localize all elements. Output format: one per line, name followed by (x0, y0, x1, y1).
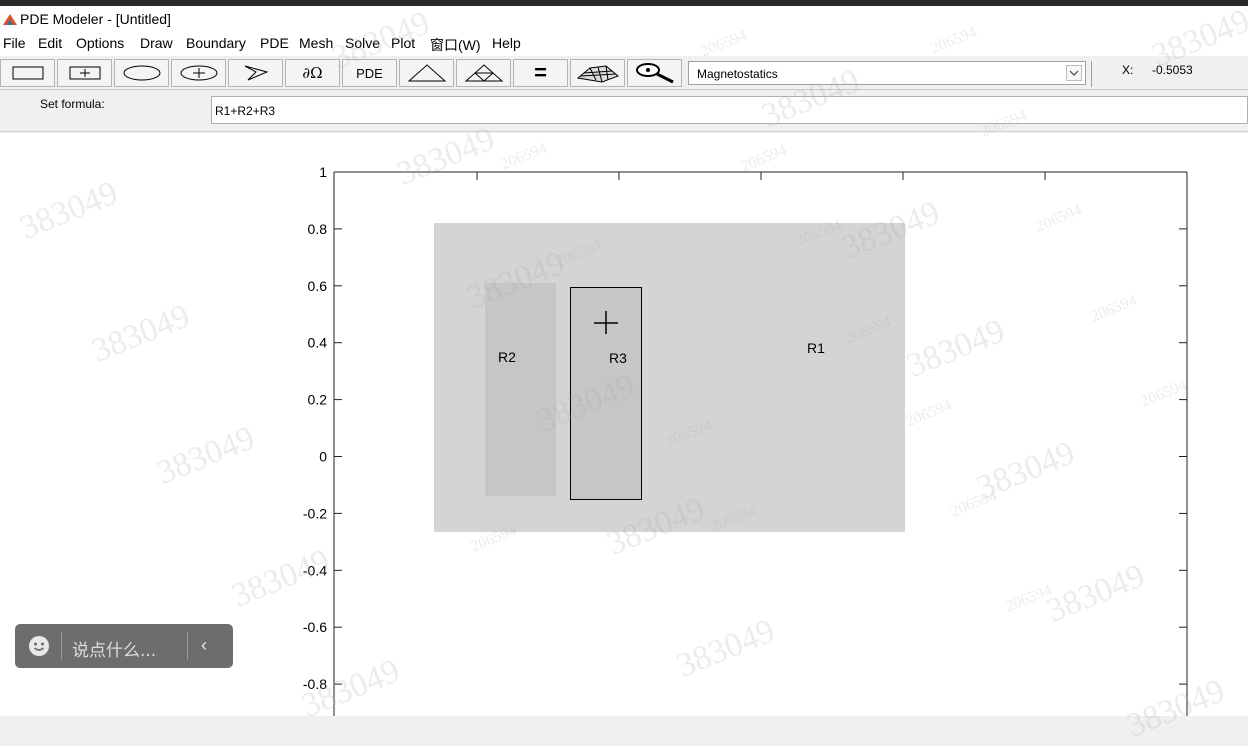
set-formula-input[interactable]: R1+R2+R3 (211, 96, 1248, 124)
ellipse-center-tool-button[interactable] (171, 59, 226, 87)
boundary-mode-button[interactable]: ∂Ω (285, 59, 340, 87)
y-tick-label: -0.2 (303, 505, 327, 521)
zoom-icon (635, 63, 674, 84)
menu-pde[interactable]: PDE (260, 35, 289, 51)
y-tick-label: 0.2 (308, 392, 328, 408)
y-tick-label: -0.8 (303, 676, 327, 692)
y-tick-label: 0.4 (308, 335, 328, 351)
menu-help[interactable]: Help (492, 35, 521, 51)
divider (61, 632, 62, 660)
solve-icon: = (534, 60, 547, 85)
y-tick-label: -0.6 (303, 619, 327, 635)
y-tick-label: 0.8 (308, 221, 328, 237)
rectangle-center-icon (69, 66, 100, 80)
menu-window[interactable]: 窗口(W) (430, 35, 481, 55)
init-mesh-button[interactable] (399, 59, 454, 87)
polygon-tool-button[interactable] (228, 59, 283, 87)
ellipse-center-icon (180, 65, 217, 81)
chevron-left-icon[interactable]: ‹ (201, 635, 207, 656)
x-ticks-top (476, 172, 1046, 180)
chevron-down-icon[interactable] (1066, 65, 1082, 81)
menu-edit[interactable]: Edit (38, 35, 62, 51)
menu-mesh[interactable]: Mesh (299, 35, 333, 51)
y-tick-label: 0.6 (308, 278, 328, 294)
plot-solution-icon (576, 65, 619, 83)
matlab-icon (3, 14, 17, 25)
label-r1: R1 (807, 340, 825, 356)
menu-bar: File Edit Options Draw Boundary PDE Mesh… (0, 32, 1248, 56)
menu-boundary[interactable]: Boundary (186, 35, 246, 51)
cursor-coordinate: X: -0.5053 (1091, 61, 1248, 87)
init-mesh-icon (407, 64, 446, 82)
menu-file[interactable]: File (3, 35, 26, 51)
set-formula-label: Set formula: (40, 97, 105, 111)
refine-mesh-button[interactable] (456, 59, 511, 87)
pde-spec-button[interactable]: PDE (342, 59, 397, 87)
title-bar: PDE Modeler - [Untitled] (0, 6, 1248, 32)
coordinate-value: -0.5053 (1152, 63, 1193, 77)
rectangle-icon (12, 66, 43, 80)
application-mode-select[interactable]: Magnetostatics (688, 61, 1086, 85)
divider (187, 632, 188, 660)
menu-draw[interactable]: Draw (140, 35, 173, 51)
smiley-icon[interactable] (28, 635, 50, 657)
label-r3: R3 (609, 350, 627, 366)
ellipse-icon (123, 65, 160, 81)
coordinate-label: X: (1122, 63, 1134, 77)
solve-button[interactable]: = (513, 59, 568, 87)
menu-solve[interactable]: Solve (345, 35, 380, 51)
application-mode-value: Magnetostatics (697, 67, 778, 81)
rectangle-center-tool-button[interactable] (57, 59, 112, 87)
menu-options[interactable]: Options (76, 35, 124, 51)
boundary-mode-icon: ∂Ω (302, 64, 323, 82)
zoom-button[interactable] (627, 59, 682, 87)
label-r2: R2 (498, 349, 516, 365)
formula-bar: Set formula: R1+R2+R3 (0, 90, 1248, 132)
rectangle-tool-button[interactable] (0, 59, 55, 87)
menu-plot[interactable]: Plot (391, 35, 415, 51)
y-tick-label: 0 (319, 449, 327, 465)
y-tick-label: 1 (319, 164, 327, 180)
chat-input[interactable]: 说点什么... (72, 636, 156, 661)
shape-r2[interactable] (485, 283, 556, 496)
window-title: PDE Modeler - [Untitled] (20, 11, 171, 27)
pde-spec-icon: PDE (356, 65, 383, 81)
ellipse-tool-button[interactable] (114, 59, 169, 87)
y-tick-label: -0.4 (303, 562, 327, 578)
toolbar: ∂Ω PDE = Magnetostatics X: -0.5053 (0, 56, 1248, 90)
refine-mesh-icon (464, 64, 503, 82)
plot-solution-button[interactable] (570, 59, 625, 87)
chat-widget[interactable]: 说点什么... ‹ (15, 624, 233, 668)
polygon-icon (244, 65, 269, 81)
